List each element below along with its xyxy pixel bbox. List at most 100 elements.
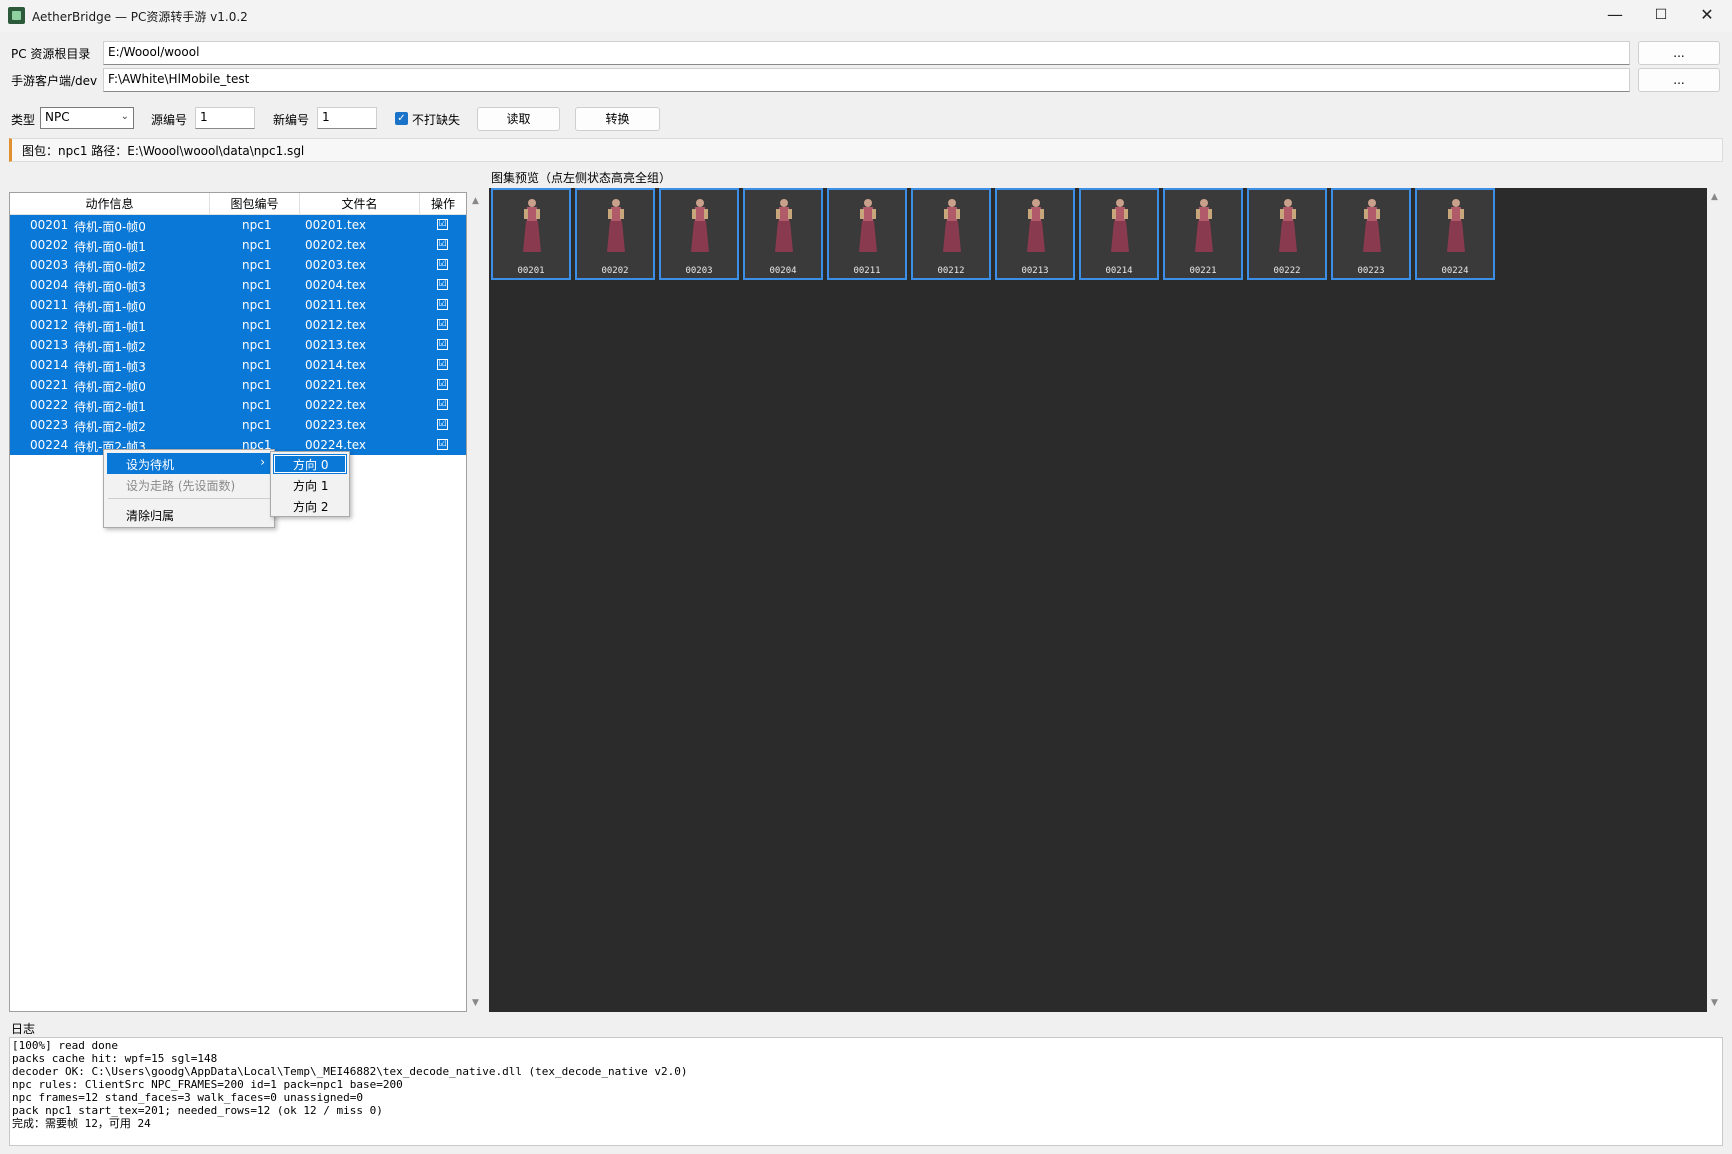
atlas-preview: 00201 00202 00203 00204 00211 00212 00213 00214… (489, 188, 1707, 1012)
row-checkbox[interactable]: ☑ (437, 399, 448, 410)
npc-sprite-icon (1279, 199, 1297, 252)
maximize-button[interactable]: ☐ (1638, 0, 1684, 32)
table-row[interactable]: 00223 待机-面2-帧2 npc1 00223.tex ☑ (10, 415, 466, 435)
cell-id: 00222 (30, 398, 69, 412)
preview-thumb[interactable]: 00202 (575, 188, 655, 280)
log-output[interactable]: [100%] read done packs cache hit: wpf=15 … (9, 1037, 1723, 1146)
table-row[interactable]: 00204 待机-面0-帧3 npc1 00204.tex ☑ (10, 275, 466, 295)
scroll-up-icon[interactable]: ▲ (1711, 192, 1718, 202)
row-checkbox[interactable]: ☑ (437, 439, 448, 450)
cell-pack: npc1 (242, 418, 272, 432)
log-line: 完成：需要帧 12，可用 24 (12, 1117, 151, 1130)
read-button[interactable]: 读取 (477, 107, 560, 131)
preview-thumb[interactable]: 00224 (1415, 188, 1495, 280)
row-checkbox[interactable]: ☑ (437, 359, 448, 370)
skip-missing-label: 不打缺失 (412, 113, 461, 127)
table-row[interactable]: 00213 待机-面1-帧2 npc1 00213.tex ☑ (10, 335, 466, 355)
table-row[interactable]: 00214 待机-面1-帧3 npc1 00214.tex ☑ (10, 355, 466, 375)
row-checkbox[interactable]: ☑ (437, 379, 448, 390)
mobile-client-browse-button[interactable]: ... (1638, 68, 1720, 92)
cell-pack: npc1 (242, 318, 272, 332)
cell-pack: npc1 (242, 378, 272, 392)
thumb-label: 00224 (1441, 266, 1469, 276)
cell-file: 00202.tex (305, 238, 366, 252)
row-checkbox[interactable]: ☑ (437, 259, 448, 270)
column-header-file[interactable]: 文件名 (300, 193, 420, 215)
source-id-input[interactable]: 1 (195, 107, 255, 129)
mobile-client-input[interactable]: F:\AWhite\HlMobile_test (103, 68, 1630, 92)
thumb-label: 00201 (517, 266, 545, 276)
scroll-up-icon[interactable]: ▲ (472, 196, 479, 206)
preview-thumb[interactable]: 00211 (827, 188, 907, 280)
thumb-label: 00221 (1189, 266, 1217, 276)
column-header-op[interactable]: 操作 (420, 193, 466, 215)
npc-sprite-icon (1111, 199, 1129, 252)
table-row[interactable]: 00222 待机-面2-帧1 npc1 00222.tex ☑ (10, 395, 466, 415)
preview-thumb[interactable]: 00212 (911, 188, 991, 280)
row-checkbox[interactable]: ☑ (437, 299, 448, 310)
submenu-direction-0[interactable]: 方向 0 (273, 454, 347, 474)
cell-action: 待机-面2-帧1 (74, 400, 146, 414)
menu-item-set-idle[interactable]: 设为待机 › (107, 453, 271, 474)
npc-sprite-icon (607, 199, 625, 252)
preview-thumb[interactable]: 00221 (1163, 188, 1243, 280)
pc-root-browse-button[interactable]: ... (1638, 41, 1720, 65)
cell-id: 00212 (30, 318, 69, 332)
source-id-label: 源编号 (151, 113, 188, 127)
table-row[interactable]: 00203 待机-面0-帧2 npc1 00203.tex ☑ (10, 255, 466, 275)
column-header-pack[interactable]: 图包编号 (210, 193, 300, 215)
table-header: 动作信息 图包编号 文件名 操作 (10, 193, 466, 215)
preview-thumb[interactable]: 00223 (1331, 188, 1411, 280)
table-row[interactable]: 00212 待机-面1-帧1 npc1 00212.tex ☑ (10, 315, 466, 335)
convert-button[interactable]: 转换 (575, 107, 660, 131)
type-select[interactable]: NPC ⌄ (40, 107, 134, 129)
table-row[interactable]: 00201 待机-面0-帧0 npc1 00201.tex ☑ (10, 215, 466, 235)
preview-thumb[interactable]: 00204 (743, 188, 823, 280)
menu-item-clear[interactable]: 清除归属 (107, 504, 271, 525)
scroll-down-icon[interactable]: ▼ (1711, 998, 1718, 1008)
pc-root-input[interactable]: E:/Woool/woool (103, 41, 1630, 65)
table-row[interactable]: 00211 待机-面1-帧0 npc1 00211.tex ☑ (10, 295, 466, 315)
column-header-action[interactable]: 动作信息 (10, 193, 210, 215)
row-checkbox[interactable]: ☑ (437, 279, 448, 290)
cell-file: 00224.tex (305, 438, 366, 452)
npc-sprite-icon (691, 199, 709, 252)
cell-id: 00203 (30, 258, 69, 272)
thumb-label: 00204 (769, 266, 797, 276)
preview-thumb[interactable]: 00213 (995, 188, 1075, 280)
submenu-direction-1[interactable]: 方向 1 (273, 475, 347, 495)
mobile-client-label: 手游客户端/dev (11, 74, 98, 88)
preview-thumb[interactable]: 00201 (491, 188, 571, 280)
row-checkbox[interactable]: ☑ (437, 339, 448, 350)
cell-action: 待机-面1-帧2 (74, 340, 146, 354)
scroll-down-icon[interactable]: ▼ (472, 998, 479, 1008)
cell-id: 00211 (30, 298, 69, 312)
table-row[interactable]: 00221 待机-面2-帧0 npc1 00221.tex ☑ (10, 375, 466, 395)
close-button[interactable]: ✕ (1684, 0, 1730, 32)
row-checkbox[interactable]: ☑ (437, 319, 448, 330)
cell-file: 00213.tex (305, 338, 366, 352)
npc-sprite-icon (1195, 199, 1213, 252)
cell-file: 00204.tex (305, 278, 366, 292)
preview-thumb[interactable]: 00222 (1247, 188, 1327, 280)
log-line: pack npc1 start_tex=201; needed_rows=12 … (12, 1104, 383, 1117)
cell-id: 00201 (30, 218, 69, 232)
preview-thumb[interactable]: 00203 (659, 188, 739, 280)
submenu-direction-2[interactable]: 方向 2 (273, 496, 347, 516)
chevron-down-icon: ⌄ (120, 111, 129, 122)
new-id-input[interactable]: 1 (317, 107, 377, 129)
row-checkbox[interactable]: ☑ (437, 419, 448, 430)
npc-sprite-icon (1027, 199, 1045, 252)
cell-action: 待机-面1-帧1 (74, 320, 146, 334)
row-checkbox[interactable]: ☑ (437, 239, 448, 250)
thumb-label: 00203 (685, 266, 713, 276)
table-row[interactable]: 00202 待机-面0-帧1 npc1 00202.tex ☑ (10, 235, 466, 255)
cell-pack: npc1 (242, 278, 272, 292)
preview-thumb[interactable]: 00214 (1079, 188, 1159, 280)
row-checkbox[interactable]: ☑ (437, 219, 448, 230)
menu-item-label: 设为待机 (126, 458, 175, 472)
minimize-button[interactable]: — (1592, 0, 1638, 32)
thumb-label: 00223 (1357, 266, 1385, 276)
skip-missing-checkbox[interactable]: ✓ (395, 112, 408, 125)
frame-table: 动作信息 图包编号 文件名 操作 00201 待机-面0-帧0 npc1 00201.… (9, 192, 467, 1012)
